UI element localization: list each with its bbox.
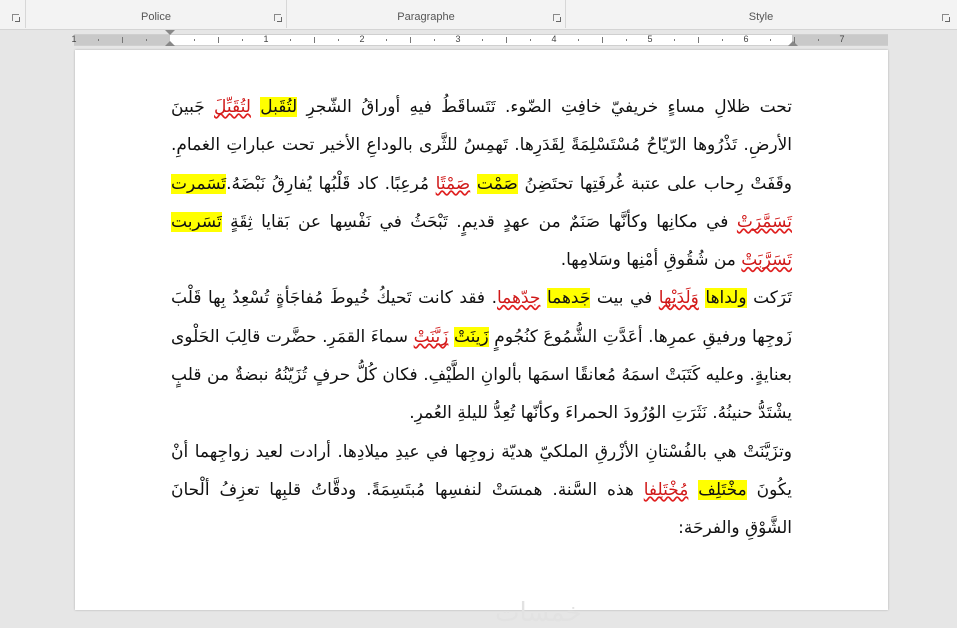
spelling-suggestion: جدّهما <box>497 288 541 309</box>
ruler-tick <box>530 39 531 41</box>
ruler-label: 4 <box>551 34 557 44</box>
ruler-tick <box>506 37 507 43</box>
text-run: تحت ظلالِ مساءٍ خريفيّ خافِتِ الضّوء. تَ… <box>297 97 792 117</box>
ruler-tick <box>98 39 99 41</box>
ribbon-group-paragraphe: Paragraphe <box>287 0 566 28</box>
ruler-tick <box>290 39 291 41</box>
spelling-suggestion: تَسَرَّبَتْ <box>741 250 792 271</box>
hanging-indent-marker[interactable] <box>165 41 175 46</box>
ruler-tick <box>146 39 147 41</box>
ruler-label: 5 <box>647 34 653 44</box>
ruler-label: 3 <box>455 34 461 44</box>
ribbon-group-label: Police <box>141 11 171 23</box>
style-dialog-launcher-icon[interactable] <box>942 14 950 22</box>
paragraph[interactable]: وتزَيَّنَتْ هي بالفُسْتانِ الأزْرقِ المل… <box>171 433 792 548</box>
ruler-tick <box>338 39 339 41</box>
ribbon-group-prev <box>0 0 26 28</box>
paragraphe-dialog-launcher-icon[interactable] <box>553 14 561 22</box>
document-page[interactable]: تحت ظلالِ مساءٍ خريفيّ خافِتِ الضّوء. تَ… <box>75 50 888 628</box>
highlighted-text: صَمْت <box>476 173 518 194</box>
police-dialog-launcher-icon[interactable] <box>274 14 282 22</box>
text-run: في مكانِها وكأنَّها صَنَمٌ من عهدٍ قديمٍ… <box>221 211 737 232</box>
ruler-tick <box>722 39 723 41</box>
spelling-suggestion: لتُقَبِّلَ <box>214 97 251 117</box>
ruler-tick <box>218 37 219 43</box>
ruler-tick <box>122 37 123 43</box>
ribbon-group-label: Style <box>748 11 774 23</box>
text-run <box>470 174 477 194</box>
ruler-tick <box>674 39 675 41</box>
ruler-tick <box>434 39 435 41</box>
ruler-tick <box>698 37 699 43</box>
paragraph[interactable]: تحت ظلالِ مساءٍ خريفيّ خافِتِ الضّوء. تَ… <box>171 88 792 279</box>
document-body[interactable]: تحت ظلالِ مساءٍ خريفيّ خافِتِ الضّوء. تَ… <box>171 88 792 548</box>
ruler-tick <box>242 39 243 41</box>
ruler-tick <box>818 39 819 41</box>
ruler-label: 7 <box>839 34 845 44</box>
text-run: في بيت <box>590 288 659 309</box>
first-line-indent-marker[interactable] <box>165 30 175 35</box>
highlighted-text: تَسَمرت <box>171 173 227 194</box>
spelling-suggestion: تَسَمَّرَتْ <box>736 211 792 232</box>
highlighted-text: لتُقَبل <box>260 97 298 117</box>
ruler-tick <box>602 37 603 43</box>
text-run: مُرعِبًا. كاد قَلْبُها يُفارِقُ نَبْضَهُ… <box>226 173 436 194</box>
ruler-tick <box>386 39 387 41</box>
text-run <box>251 97 260 117</box>
ribbon-group-label: Paragraphe <box>397 11 455 23</box>
dialog-launcher-icon[interactable] <box>12 14 20 22</box>
ruler-tick <box>482 39 483 41</box>
highlighted-text: زَينَتْ <box>453 326 489 347</box>
ruler-tick <box>626 39 627 41</box>
ruler-tick <box>194 39 195 41</box>
paragraph[interactable]: تَرَكت ولداها وَلَدَيْها في بيت جَدهما ج… <box>171 279 792 432</box>
spelling-suggestion: صَمْتًا <box>435 173 471 194</box>
horizontal-ruler[interactable]: 1 1 2 3 4 5 6 7 <box>71 30 888 46</box>
spelling-suggestion: وَلَدَيْها <box>658 288 699 309</box>
ruler-tick <box>794 37 795 43</box>
text-run: تَرَكت <box>746 288 793 309</box>
ruler-tick <box>770 39 771 41</box>
spelling-suggestion: مُخْتَلِفا <box>643 479 689 500</box>
ruler-label: 2 <box>359 34 365 44</box>
highlighted-text: ولداها <box>705 288 747 309</box>
ruler-label: 1 <box>71 34 77 44</box>
ribbon-group-police: Police <box>26 0 287 28</box>
ruler-label: 6 <box>743 34 749 44</box>
highlighted-text: جَدهما <box>546 288 591 309</box>
spelling-suggestion: زَيَّنَتْ <box>413 326 449 347</box>
highlighted-text: تَسَربت <box>171 211 222 232</box>
ruler-area: 1 1 2 3 4 5 6 7 <box>0 30 957 48</box>
ruler-tick <box>410 37 411 43</box>
ribbon-group-style: Style <box>566 0 956 28</box>
watermark: خمسات <box>495 598 582 628</box>
ruler-label: 1 <box>263 34 269 44</box>
text-run: من شُقُوقِ أمْنِها وسَلامِها. <box>560 250 742 271</box>
ribbon-group-bar: Police Paragraphe Style <box>0 0 957 30</box>
text-run <box>688 480 698 500</box>
right-indent-marker[interactable] <box>788 41 798 46</box>
ruler-tick <box>314 37 315 43</box>
text-run <box>540 288 547 308</box>
ruler-tick <box>578 39 579 41</box>
highlighted-text: مخْتَلِف <box>698 479 747 500</box>
